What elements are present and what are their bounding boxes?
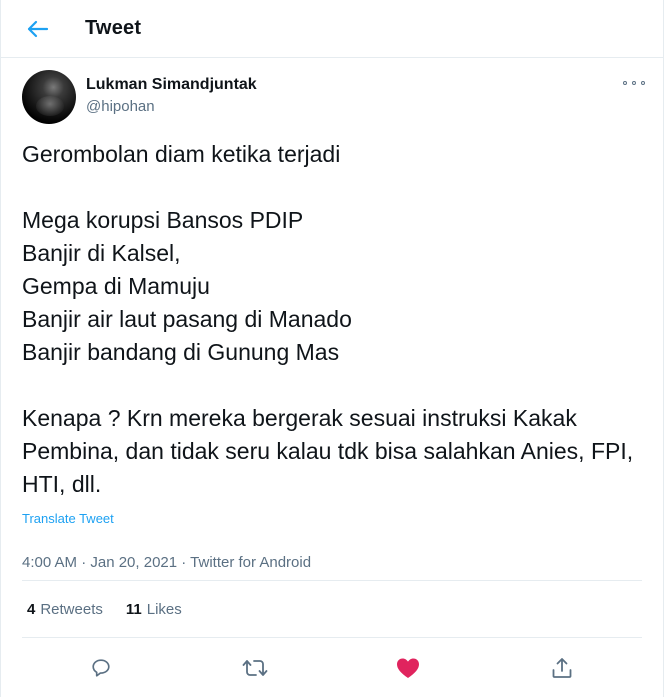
more-options-button[interactable]	[623, 76, 645, 90]
more-dot-icon	[632, 81, 636, 85]
tweet-text: Gerombolan diam ketika terjadi Mega koru…	[22, 141, 634, 497]
reply-icon	[90, 657, 112, 679]
back-button[interactable]	[18, 9, 58, 49]
like-button[interactable]	[395, 655, 421, 681]
like-icon	[396, 657, 420, 679]
author-handle[interactable]: @hipohan	[86, 98, 257, 115]
retweet-button[interactable]	[242, 655, 268, 681]
retweets-count: 4	[27, 600, 36, 618]
tweet-page: Tweet Lukman Simandjuntak @hipohan Gerom…	[0, 0, 664, 697]
page-title: Tweet	[85, 17, 142, 39]
avatar[interactable]	[22, 70, 76, 124]
share-icon	[551, 657, 573, 679]
likes-count: 11	[125, 600, 142, 618]
tweet-meta: 4:00 AM · Jan 20, 2021 · Twitter for And…	[22, 554, 312, 571]
action-bar	[1, 638, 663, 698]
author-name[interactable]: Lukman Simandjuntak	[86, 76, 257, 94]
top-bar: Tweet	[1, 0, 663, 58]
retweets-label: Retweets	[40, 600, 103, 618]
likes-stat[interactable]: 11 Likes	[126, 601, 182, 618]
retweet-icon	[242, 657, 268, 679]
arrow-left-icon	[27, 20, 49, 38]
tweet-stats: 4 Retweets 11 Likes	[27, 581, 663, 637]
tweet-header: Lukman Simandjuntak @hipohan	[1, 58, 663, 128]
more-dot-icon	[641, 81, 645, 85]
likes-label: Likes	[146, 600, 182, 618]
translate-tweet-link[interactable]: Translate Tweet	[22, 511, 114, 526]
reply-button[interactable]	[88, 655, 114, 681]
more-dot-icon	[623, 81, 627, 85]
retweets-stat[interactable]: 4 Retweets	[27, 601, 103, 618]
author-block: Lukman Simandjuntak @hipohan	[86, 76, 257, 115]
share-button[interactable]	[549, 655, 575, 681]
